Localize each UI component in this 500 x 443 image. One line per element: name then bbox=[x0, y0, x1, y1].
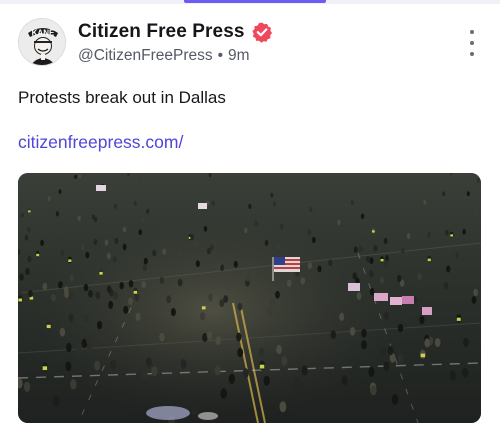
more-vertical-icon bbox=[470, 30, 474, 34]
active-tab-indicator bbox=[184, 0, 326, 3]
protest-sign bbox=[402, 296, 414, 304]
protest-sign bbox=[198, 203, 207, 209]
protest-sign bbox=[348, 283, 360, 291]
post-body-text: Protests break out in Dallas bbox=[18, 88, 226, 107]
avatar-logo-text: KANE bbox=[32, 29, 55, 38]
post-media-image[interactable] bbox=[18, 173, 481, 423]
more-options-button[interactable] bbox=[464, 30, 480, 56]
post-link[interactable]: citizenfreepress.com/ bbox=[18, 132, 183, 153]
protest-aerial-photo bbox=[18, 173, 481, 423]
more-vertical-icon-dot bbox=[470, 41, 474, 45]
vehicle-lights bbox=[198, 412, 218, 420]
author-display-name[interactable]: Citizen Free Press bbox=[78, 21, 245, 43]
protest-sign bbox=[96, 185, 106, 191]
avatar-image: KANE bbox=[19, 19, 65, 65]
vehicle-lights bbox=[146, 406, 190, 420]
author-handle[interactable]: @CitizenFreePress bbox=[78, 47, 213, 64]
verified-badge-icon bbox=[251, 21, 273, 43]
post-card: KANE Citizen Free Press @CitizenFreePres… bbox=[0, 0, 500, 443]
post-header: KANE Citizen Free Press @CitizenFreePres… bbox=[18, 18, 482, 72]
protest-sign bbox=[390, 297, 402, 305]
protest-sign bbox=[422, 307, 432, 315]
post-timestamp[interactable]: 9m bbox=[228, 47, 250, 64]
protest-sign bbox=[374, 293, 388, 301]
avatar[interactable]: KANE bbox=[18, 18, 66, 66]
author-meta: @CitizenFreePress • 9m bbox=[78, 47, 250, 65]
meta-separator: • bbox=[217, 47, 224, 64]
more-vertical-icon-dot bbox=[470, 52, 474, 56]
author-name-row: Citizen Free Press bbox=[78, 20, 273, 44]
